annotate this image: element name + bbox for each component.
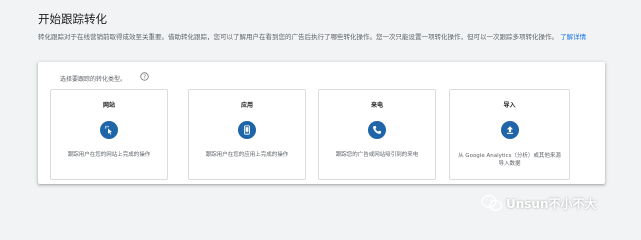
upload-icon: [500, 121, 519, 139]
option-app-desc: 跟踪用户在您的应用上完成的操作: [205, 152, 289, 158]
watermark-text: Unsun不小不大: [506, 196, 597, 211]
option-import[interactable]: 导入 从 Google Analytics（分析）或其他来源导入数据: [449, 89, 570, 180]
phone-app-icon: [238, 121, 256, 139]
option-phone-call-desc: 跟踪您的广告或网站吸引到的来电: [335, 152, 419, 158]
learn-more-link[interactable]: 了解详情: [560, 33, 586, 41]
help-icon[interactable]: ?: [140, 72, 149, 81]
watermark: Unsun不小不大: [481, 193, 597, 213]
description-text: 转化跟踪对于在线营销前取得成效至关重要。借助转化跟踪，您可以了解用户在看到您的广…: [38, 33, 558, 41]
option-phone-call-title: 来电: [370, 102, 383, 109]
page-title: 开始跟踪转化: [38, 12, 107, 26]
conversion-type-card: 选择要跟踪的转化类型。 ? 网站 跟踪用户在您的网站上完成的操作 应用 跟踪用户…: [38, 62, 605, 184]
phone-call-icon: [368, 121, 386, 139]
option-website[interactable]: 网站 跟踪用户在您的网站上完成的操作: [50, 89, 168, 180]
svg-text:?: ?: [143, 74, 146, 80]
option-import-title: 导入: [503, 102, 516, 109]
page-description: 转化跟踪对于在线营销前取得成效至关重要。借助转化跟踪，您可以了解用户在看到您的广…: [38, 32, 604, 43]
wechat-icon: [481, 194, 503, 212]
cursor-click-icon: [100, 121, 118, 139]
option-website-title: 网站: [102, 102, 115, 109]
option-website-desc: 跟踪用户在您的网站上完成的操作: [67, 152, 151, 158]
option-import-desc: 从 Google Analytics（分析）或其他来源导入数据: [458, 153, 561, 167]
option-app-title: 应用: [240, 102, 253, 109]
chooser-label: 选择要跟踪的转化类型。: [60, 76, 127, 83]
option-app[interactable]: 应用 跟踪用户在您的应用上完成的操作: [188, 89, 306, 180]
option-phone-call[interactable]: 来电 跟踪您的广告或网站吸引到的来电: [318, 89, 436, 180]
